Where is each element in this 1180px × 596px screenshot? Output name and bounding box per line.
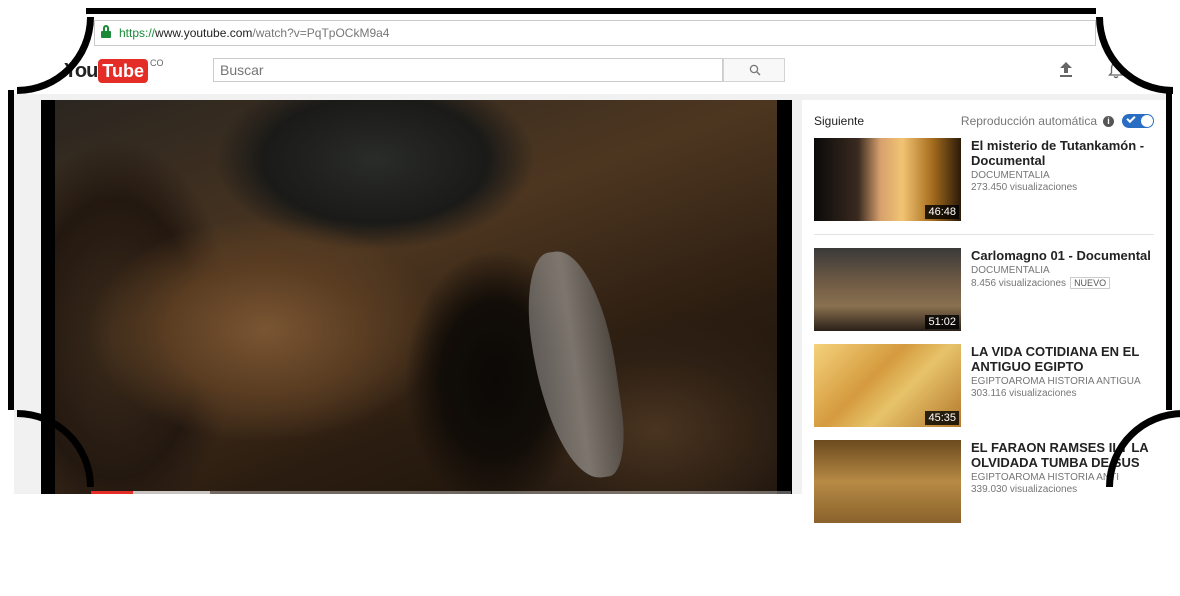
url-scheme: https:// (119, 26, 156, 40)
video-item[interactable]: 46:48 El misterio de Tutankamón - Docume… (814, 138, 1154, 222)
video-scene-detail (519, 245, 631, 485)
video-title[interactable]: El misterio de Tutankamón - Documental (971, 138, 1154, 168)
url-path: /watch?v=PqTpOCkM9a4 (252, 26, 390, 40)
video-title[interactable]: Carlomagno 01 - Documental (971, 248, 1154, 263)
search-button[interactable] (723, 58, 785, 82)
logo-country-code: CO (149, 58, 164, 68)
up-next-label: Siguiente (814, 114, 865, 128)
autoplay-toggle[interactable] (1122, 113, 1154, 128)
search-input[interactable] (213, 58, 723, 82)
frame-border-top (86, 8, 1096, 14)
video-thumbnail[interactable]: 45:35 (814, 344, 961, 427)
video-thumbnail[interactable] (814, 440, 961, 523)
youtube-header: You Tube CO (0, 50, 1180, 94)
autoplay-label: Reproducción automática (960, 114, 1097, 128)
video-duration: 46:48 (925, 205, 959, 219)
video-player[interactable] (41, 100, 792, 494)
info-icon[interactable]: i (1103, 115, 1114, 127)
logo-tube-text: Tube (98, 59, 148, 83)
new-badge: NUEVO (1070, 277, 1111, 289)
frame-border-left (8, 90, 14, 410)
up-next-sidebar: Siguiente Reproducción automática i 46:4… (802, 100, 1166, 523)
video-item[interactable]: 51:02 Carlomagno 01 - Documental DOCUMEN… (814, 248, 1154, 332)
video-item[interactable]: EL FARAON RAMSES II Y LA OLVIDADA TUMBA … (814, 440, 1154, 524)
upload-icon[interactable] (1058, 61, 1074, 79)
lock-icon (101, 25, 111, 38)
autoplay-control: Reproducción automática i (960, 113, 1154, 128)
video-channel[interactable]: DOCUMENTALIA (971, 265, 1154, 276)
video-views-row: 8.456 visualizaciones NUEVO (971, 277, 1154, 289)
video-views: 273.450 visualizaciones (971, 182, 1078, 193)
address-bar[interactable]: https:// www.youtube.com /watch?v=PqTpOC… (94, 20, 1096, 46)
video-views: 8.456 visualizaciones (971, 278, 1067, 289)
video-frame[interactable] (55, 100, 777, 494)
video-channel[interactable]: DOCUMENTALIA (971, 170, 1154, 181)
video-channel[interactable]: EGIPTOAROMA HISTORIA ANTIGUA (971, 376, 1154, 387)
video-duration: 45:35 (925, 411, 959, 425)
url-host: www.youtube.com (155, 26, 253, 40)
video-title[interactable]: LA VIDA COTIDIANA EN EL ANTIGUO EGIPTO (971, 344, 1154, 374)
up-next-header: Siguiente Reproducción automática i (814, 113, 1154, 130)
video-duration: 51:02 (925, 315, 959, 329)
frame-border-right (1166, 90, 1172, 410)
video-thumbnail[interactable]: 51:02 (814, 248, 961, 331)
video-views: 303.116 visualizaciones (971, 388, 1077, 399)
video-item[interactable]: 45:35 LA VIDA COTIDIANA EN EL ANTIGUO EG… (814, 344, 1154, 428)
divider (814, 234, 1154, 235)
search-icon (749, 64, 761, 76)
video-thumbnail[interactable]: 46:48 (814, 138, 961, 221)
